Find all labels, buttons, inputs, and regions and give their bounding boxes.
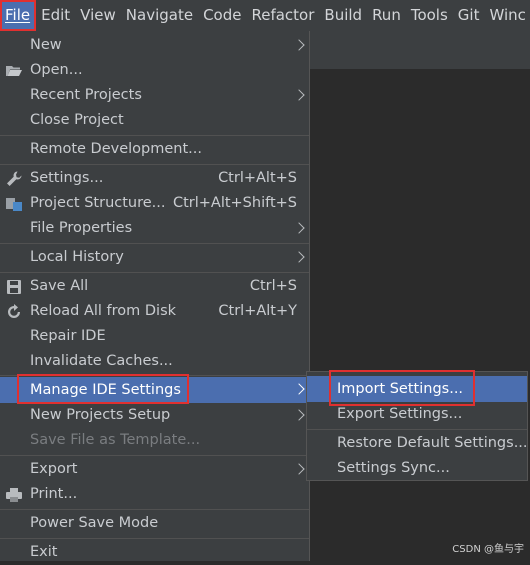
import-settings-label: Import Settings...: [337, 381, 464, 397]
submenu-item-restore-default[interactable]: Restore Default Settings...: [307, 431, 528, 455]
menu-item-reload-all[interactable]: Reload All from Disk Ctrl+Alt+Y: [0, 299, 309, 324]
menu-navigate[interactable]: Navigate: [121, 0, 198, 31]
menu-item-save-all[interactable]: Save All Ctrl+S: [0, 274, 309, 299]
menu-run[interactable]: Run: [367, 0, 406, 31]
file-menu: New Open... Recent Projects Close Projec…: [0, 31, 310, 561]
save-file-as-template-label: Save File as Template...: [30, 432, 201, 448]
folder-open-icon: [5, 62, 23, 80]
manage-ide-settings-submenu: Import Settings... Export Settings... Re…: [306, 371, 528, 481]
menu-item-open[interactable]: Open...: [0, 58, 309, 83]
menu-item-exit[interactable]: Exit: [0, 540, 309, 565]
menu-item-close-project[interactable]: Close Project: [0, 108, 309, 133]
settings-shortcut: Ctrl+Alt+S: [218, 170, 297, 186]
menu-item-manage-ide-settings[interactable]: Manage IDE Settings: [0, 377, 309, 403]
new-projects-setup-label: New Projects Setup: [30, 407, 171, 423]
menu-view[interactable]: View: [75, 0, 121, 31]
restore-default-label: Restore Default Settings...: [337, 435, 528, 451]
save-icon: [5, 278, 23, 296]
menu-item-settings[interactable]: Settings... Ctrl+Alt+S: [0, 166, 309, 191]
separator: [0, 135, 309, 136]
wrench-icon: [5, 170, 23, 188]
submenu-item-settings-sync[interactable]: Settings Sync...: [307, 456, 527, 480]
chevron-right-icon: [293, 222, 305, 234]
submenu-item-export-settings[interactable]: Export Settings...: [307, 402, 527, 426]
separator: [0, 538, 309, 539]
menu-window[interactable]: Winc: [484, 0, 530, 31]
menu-item-power-save-mode[interactable]: Power Save Mode: [0, 511, 309, 536]
settings-sync-label: Settings Sync...: [337, 460, 450, 476]
project-structure-shortcut: Ctrl+Alt+Shift+S: [172, 195, 297, 211]
chevron-right-icon: [293, 463, 305, 475]
manage-ide-settings-label: Manage IDE Settings: [30, 382, 181, 398]
menu-item-new-projects-setup[interactable]: New Projects Setup: [0, 403, 309, 428]
repair-ide-label: Repair IDE: [30, 328, 106, 344]
submenu-item-import-settings[interactable]: Import Settings...: [307, 376, 527, 402]
close-project-label: Close Project: [30, 112, 124, 128]
menu-refactor[interactable]: Refactor: [246, 0, 319, 31]
separator: [0, 509, 309, 510]
menu-item-file-properties[interactable]: File Properties: [0, 216, 309, 241]
menu-code[interactable]: Code: [198, 0, 246, 31]
watermark: CSDN @鱼与宇: [452, 544, 524, 555]
save-all-shortcut: Ctrl+S: [249, 278, 297, 294]
local-history-label: Local History: [30, 249, 124, 265]
menu-item-print[interactable]: Print...: [0, 482, 309, 507]
chevron-right-icon: [293, 383, 305, 395]
editor-area: [310, 69, 530, 561]
invalidate-caches-label: Invalidate Caches...: [30, 353, 173, 369]
reload-icon: [5, 303, 23, 321]
menu-item-local-history[interactable]: Local History: [0, 245, 309, 270]
project-structure-label: Project Structure...: [30, 195, 166, 211]
chevron-right-icon: [293, 251, 305, 263]
menu-item-repair-ide[interactable]: Repair IDE: [0, 324, 309, 349]
recent-projects-label: Recent Projects: [30, 87, 142, 103]
separator: [0, 243, 309, 244]
separator: [0, 164, 309, 165]
settings-label: Settings...: [30, 170, 104, 186]
reload-all-shortcut: Ctrl+Alt+Y: [218, 303, 297, 319]
remote-development-label: Remote Development...: [30, 141, 202, 157]
save-all-label: Save All: [30, 278, 89, 294]
menu-bar: File Edit View Navigate Code Refactor Bu…: [0, 0, 530, 31]
project-structure-icon: [5, 195, 23, 213]
menu-item-new[interactable]: New: [0, 33, 309, 58]
menu-item-remote-development[interactable]: Remote Development...: [0, 137, 309, 162]
exit-label: Exit: [30, 544, 58, 560]
separator: [0, 375, 309, 376]
menu-build[interactable]: Build: [319, 0, 367, 31]
chevron-right-icon: [293, 39, 305, 51]
export-label: Export: [30, 461, 78, 477]
menu-edit[interactable]: Edit: [36, 0, 75, 31]
open-label: Open...: [30, 62, 83, 78]
menu-file[interactable]: File: [0, 0, 37, 31]
reload-all-label: Reload All from Disk: [30, 303, 177, 319]
menu-item-save-file-as-template: Save File as Template...: [0, 428, 309, 453]
menu-item-export[interactable]: Export: [0, 457, 309, 482]
export-settings-label: Export Settings...: [337, 406, 463, 422]
chevron-right-icon: [293, 409, 305, 421]
chevron-right-icon: [293, 89, 305, 101]
power-save-mode-label: Power Save Mode: [30, 515, 159, 531]
separator: [0, 272, 309, 273]
separator: [0, 455, 309, 456]
new-label: New: [30, 37, 62, 53]
menu-tools[interactable]: Tools: [406, 0, 453, 31]
menu-git[interactable]: Git: [453, 0, 485, 31]
printer-icon: [5, 486, 23, 504]
menu-item-recent-projects[interactable]: Recent Projects: [0, 83, 309, 108]
print-label: Print...: [30, 486, 78, 502]
editor-tab-strip: [310, 31, 530, 69]
menu-item-invalidate-caches[interactable]: Invalidate Caches...: [0, 349, 309, 374]
file-properties-label: File Properties: [30, 220, 133, 236]
separator: [307, 429, 527, 430]
menu-item-project-structure[interactable]: Project Structure... Ctrl+Alt+Shift+S: [0, 191, 309, 216]
